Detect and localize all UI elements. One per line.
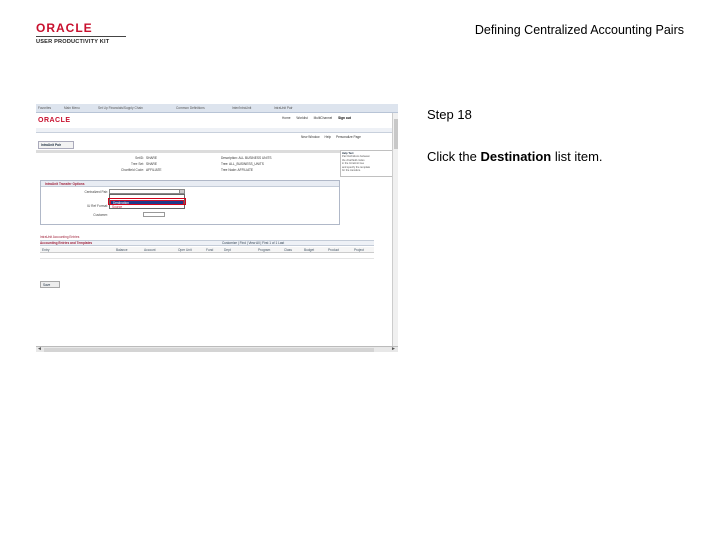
help-link[interactable]: Help [325,135,332,139]
nav-item-main-menu[interactable]: Main Menu [64,106,80,110]
worklist-link[interactable]: Worklist [296,116,307,120]
help-line: for the transfers. [342,169,361,173]
logo-text-upk: USER PRODUCTIVITY KIT [36,36,126,46]
col-header: Balance [116,248,128,252]
chartfield-value: AFFILIATE [146,168,162,172]
help-panel: Help Text Pair Definitions between the c… [340,150,398,177]
global-links: Home Worklist MultiChannel Sign out [282,116,356,120]
grid-subtitle: Accounting Entries and Templates [40,241,93,245]
step-label: Step 18 [427,107,472,122]
tree-set-value: SHARE [146,162,157,166]
vertical-scroll-thumb[interactable] [394,119,398,149]
tree-node-value: Tree Node: AFFILIATE [221,168,254,172]
instruction-target: Destination [480,149,552,164]
chartfield-label: Chartfield Code: [120,168,144,172]
sign-out-link[interactable]: Sign out [338,116,351,120]
col-header: Program [258,248,271,252]
panel-header: IntraUnit Transfer Options [41,181,339,187]
logo-text-oracle: ORACLE [36,21,93,35]
tree-value: Tree: ALL_BUSINESS_UNITS [221,162,264,166]
col-header: Dept [224,248,231,252]
nav-item-common[interactable]: Common Definitions [176,106,205,110]
col-header: Fund [206,248,214,252]
breadcrumb-bar: Favorites Main Menu Set Up Financials/Su… [36,104,398,113]
instruction-after: list item. [551,149,603,164]
grid-title: IntraUnit Accounting Entries [40,235,80,239]
highlight-destination [108,198,186,205]
nav-item-favorites[interactable]: Favorites [38,106,51,110]
table-row [40,253,374,259]
col-header: Class [284,248,292,252]
instruction-before: Click the [427,149,481,164]
setid-label: SetID: [135,156,144,160]
multichannel-link[interactable]: MultiChannel [314,116,333,120]
home-link[interactable]: Home [282,116,291,120]
app-logo: ORACLE [38,117,71,124]
new-window-link[interactable]: New Window [301,135,320,139]
centralized-pair-label: Centralized Pair: [84,190,108,194]
page-links: New Window Help Personalize Page [301,135,365,139]
save-button[interactable]: Save [40,281,60,288]
col-header: Product [328,248,339,252]
transfer-options-panel: IntraUnit Transfer Options [40,180,340,225]
horizontal-scroll-thumb[interactable] [44,348,374,352]
customer-input[interactable] [143,212,165,217]
step-instruction: Click the Destination list item. [427,149,603,164]
nav-item-interintra[interactable]: Inter/IntraUnit [232,106,251,110]
header-band [36,128,398,133]
nav-item-intraunit-pair[interactable]: IntraUnit Pair [274,106,293,110]
col-header: Oper Unit [178,248,192,252]
ref-format-label: IU Ref Format: [87,204,108,208]
personalize-link[interactable]: Personalize Page [336,135,361,139]
scroll-right-icon[interactable]: ► [391,347,396,352]
page-title: Defining Centralized Accounting Pairs [474,23,684,37]
col-header: Account [144,248,156,252]
panel-title: IntraUnit Transfer Options [45,182,85,186]
col-header: Entry [42,248,50,252]
description-value: Description: ALL BUSINESS UNITS [221,156,272,160]
scroll-left-icon[interactable]: ◄ [37,347,42,352]
vertical-scrollbar[interactable] [392,113,398,346]
customer-label: Customer: [93,213,108,217]
tree-set-label: Tree Set: [131,162,144,166]
chevron-down-icon[interactable] [179,190,184,193]
application-screenshot: Favorites Main Menu Set Up Financials/Su… [36,104,398,352]
horizontal-scrollbar[interactable]: ◄ ► [36,346,398,352]
nav-item-setup[interactable]: Set Up Financials/Supply Chain [98,106,143,110]
dropdown-option-source[interactable]: Source [110,205,184,209]
col-header: Budget [304,248,315,252]
col-header: Project [354,248,364,252]
oracle-upk-logo: ORACLE USER PRODUCTIVITY KIT [36,22,126,46]
tab-intraunit-pair[interactable]: IntraUnit Pair [38,141,74,149]
grid-navigation[interactable]: Customize | Find | View All | First 1 of… [222,241,284,245]
setid-value: SHARE [146,156,157,160]
